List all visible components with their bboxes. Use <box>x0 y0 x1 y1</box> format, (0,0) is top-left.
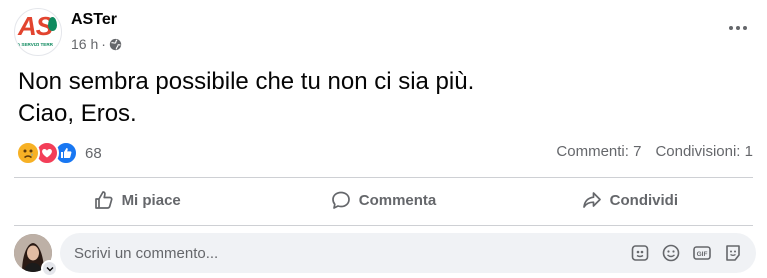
reaction-count: 68 <box>85 144 102 162</box>
post-meta: 16 h · <box>71 36 122 52</box>
logo-drop-icon <box>48 17 57 31</box>
chevron-down-icon[interactable] <box>41 260 58 277</box>
shares-count[interactable]: Condivisioni: 1 <box>655 143 753 160</box>
like-button[interactable]: Mi piace <box>14 182 260 218</box>
gif-icon[interactable]: GIF <box>691 242 713 264</box>
engagement-counts: Commenti: 7 Condivisioni: 1 <box>556 143 753 160</box>
divider <box>14 225 753 226</box>
comment-icon <box>331 191 350 209</box>
thumbs-up-icon <box>94 191 113 209</box>
avatar-sticker-icon[interactable] <box>722 242 744 264</box>
post-header: AS A SERVIZI TERR ASTer 16 h · <box>14 8 754 58</box>
logo-text: AS <box>18 11 53 41</box>
composer-tools: GIF <box>629 242 744 264</box>
emoji-icon[interactable] <box>660 242 682 264</box>
dot-icon <box>736 26 740 30</box>
page-avatar[interactable]: AS A SERVIZI TERR <box>14 8 62 56</box>
share-arrow-icon <box>582 192 601 208</box>
dot-icon <box>743 26 747 30</box>
post-text: Non sembra possibile che tu non ci sia p… <box>18 66 474 130</box>
comment-label: Commenta <box>358 191 437 209</box>
comment-composer: GIF <box>14 233 756 277</box>
action-bar: Mi piace Commenta Condividi <box>14 182 753 218</box>
share-label: Condividi <box>609 191 678 209</box>
comment-button[interactable]: Commenta <box>260 182 506 218</box>
svg-text:GIF: GIF <box>697 251 708 258</box>
logo-subtitle: A SERVIZI TERR <box>17 42 53 47</box>
comments-count[interactable]: Commenti: 7 <box>556 143 641 160</box>
sad-reaction-icon <box>16 141 40 165</box>
reactions-summary[interactable]: 68 <box>16 141 102 165</box>
globe-icon <box>109 38 122 50</box>
dot-icon <box>729 26 733 30</box>
comment-input-box: GIF <box>60 233 756 273</box>
meta-separator: · <box>101 36 106 52</box>
like-label: Mi piace <box>121 191 181 209</box>
post-time[interactable]: 16 h <box>71 36 98 52</box>
comment-input[interactable] <box>72 243 629 263</box>
sticker-icon[interactable] <box>629 242 651 264</box>
post-text-line: Ciao, Eros. <box>18 100 137 127</box>
more-options-button[interactable] <box>724 18 752 38</box>
post-text-line: Non sembra possibile che tu non ci sia p… <box>18 68 475 95</box>
divider <box>14 177 753 178</box>
author-name[interactable]: ASTer <box>71 11 117 29</box>
share-button[interactable]: Condividi <box>507 182 753 218</box>
